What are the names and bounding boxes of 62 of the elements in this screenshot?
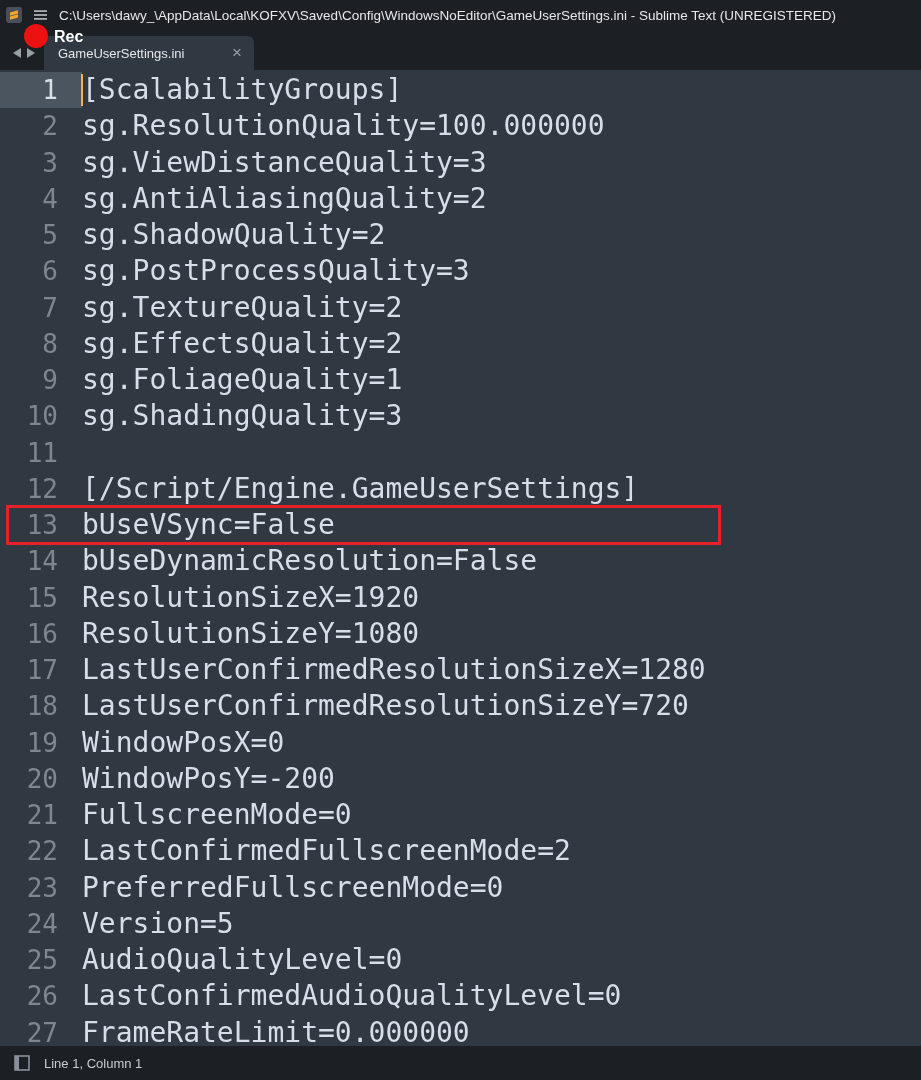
forward-arrow-icon[interactable] (26, 47, 36, 59)
code-line: LastConfirmedFullscreenMode=2 (82, 833, 571, 870)
code-line: sg.TextureQuality=2 (82, 289, 403, 326)
code-line: sg.ShadowQuality=2 (82, 217, 386, 254)
code-line: [ScalabilityGroups] (82, 72, 403, 109)
code-line: WindowPosX=0 (82, 724, 285, 761)
window-title: C:\Users\dawy_\AppData\Local\KOFXV\Saved\Config\WindowsNoEditor\GameUserSettings.ini - Sublime Text (UNREGISTERED) (59, 7, 837, 23)
cursor-position: Line 1, Column 1 (44, 1055, 143, 1071)
line-number: 23 (25, 871, 59, 905)
line-number: 21 (25, 799, 59, 833)
text-cursor (81, 74, 83, 107)
code-line: sg.ViewDistanceQuality=3 (82, 144, 487, 181)
line-number: 22 (25, 835, 59, 869)
code-line: bUseDynamicResolution=False (82, 543, 538, 580)
code-line: sg.ResolutionQuality=100.000000 (82, 108, 605, 145)
code-line: ResolutionSizeX=1920 (82, 579, 420, 616)
line-number: 18 (25, 690, 59, 724)
code-line: [/Script/Engine.GameUserSettings] (82, 470, 639, 507)
code-line: bUseVSync=False (82, 507, 335, 544)
line-number: 15 (25, 581, 59, 615)
line-number: 7 (41, 291, 59, 325)
code-line: FullscreenMode=0 (82, 797, 352, 834)
line-number: 10 (25, 400, 59, 434)
code-line: LastUserConfirmedResolutionSizeX=1280 (82, 652, 706, 689)
code-line: sg.FoliageQuality=1 (82, 362, 403, 399)
close-icon[interactable]: × (232, 43, 242, 63)
code-line: Version=5 (82, 905, 234, 942)
line-number: 25 (25, 944, 59, 978)
code-line: AudioQualityLevel=0 (82, 942, 403, 979)
code-line: FrameRateLimit=0.000000 (82, 1014, 470, 1046)
line-number: 3 (41, 146, 59, 180)
app-logo-icon (6, 7, 22, 23)
code-line: sg.EffectsQuality=2 (82, 325, 403, 362)
line-number: 20 (25, 762, 59, 796)
line-number: 26 (25, 980, 59, 1014)
line-number: 5 (41, 219, 59, 253)
line-number: 2 (41, 110, 59, 144)
code-line: sg.AntiAliasingQuality=2 (82, 180, 487, 217)
code-line: ResolutionSizeY=1080 (82, 615, 420, 652)
line-number: 24 (25, 907, 59, 941)
menu-icon[interactable] (34, 9, 47, 21)
code-line: PreferredFullscreenMode=0 (82, 869, 504, 906)
panel-toggle-icon[interactable] (14, 1055, 30, 1071)
line-number: 8 (41, 327, 59, 361)
line-number: 11 (25, 436, 59, 470)
code-line: sg.ShadingQuality=3 (82, 398, 403, 435)
line-number: 14 (25, 545, 59, 579)
line-number: 9 (41, 364, 59, 398)
code-line: LastConfirmedAudioQualityLevel=0 (82, 978, 622, 1015)
back-arrow-icon[interactable] (12, 47, 22, 59)
code-line: LastUserConfirmedResolutionSizeY=720 (82, 688, 689, 725)
line-number: 27 (25, 1016, 59, 1046)
line-number: 13 (25, 509, 59, 543)
line-number: 12 (25, 472, 59, 506)
line-number: 16 (25, 617, 59, 651)
line-number: 4 (41, 182, 59, 216)
code-line: sg.PostProcessQuality=3 (82, 253, 470, 290)
line-number: 1 (0, 72, 82, 109)
line-number: 17 (25, 654, 59, 688)
code-line: WindowPosY=-200 (82, 760, 335, 797)
line-number: 19 (25, 726, 59, 760)
line-number: 6 (41, 255, 59, 289)
